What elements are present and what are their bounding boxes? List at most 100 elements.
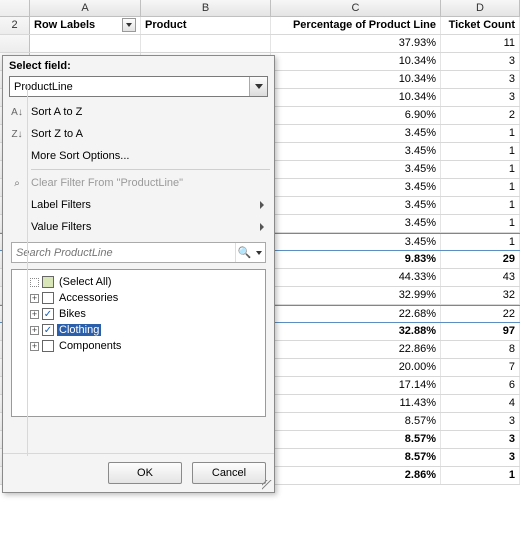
cell-b[interactable]: [141, 35, 271, 52]
more-sort-label: More Sort Options...: [31, 150, 129, 162]
cell-c[interactable]: 8.57%: [271, 413, 441, 430]
cell-c[interactable]: 10.34%: [271, 53, 441, 70]
row-labels-filter-button[interactable]: [122, 18, 136, 32]
cell-d[interactable]: 3: [441, 89, 520, 106]
checkbox[interactable]: [42, 276, 54, 288]
expand-icon[interactable]: [30, 278, 39, 287]
cell-c[interactable]: 3.45%: [271, 125, 441, 142]
cell-c[interactable]: 11.43%: [271, 395, 441, 412]
value-filters[interactable]: Value Filters: [3, 216, 274, 238]
cell-c[interactable]: 3.45%: [271, 197, 441, 214]
tree-item[interactable]: +Accessories: [16, 290, 261, 306]
sort-za-label: Sort Z to A: [31, 128, 83, 140]
row-head[interactable]: [0, 35, 30, 52]
col-head-c[interactable]: C: [271, 0, 441, 16]
field-select[interactable]: ProductLine: [9, 76, 268, 97]
checkbox[interactable]: ✓: [42, 308, 54, 320]
cancel-button[interactable]: Cancel: [192, 462, 266, 484]
search-options-dropdown[interactable]: [253, 243, 265, 262]
row-head[interactable]: 2: [0, 17, 30, 34]
cell-c[interactable]: 3.45%: [271, 179, 441, 196]
cell-d[interactable]: 3: [441, 431, 520, 448]
cell-d[interactable]: 11: [441, 35, 520, 52]
cell-d[interactable]: 1: [441, 215, 520, 232]
tree-item-label: Clothing: [57, 324, 101, 336]
cell-c[interactable]: 2.86%: [271, 467, 441, 484]
resize-grip-icon[interactable]: [262, 480, 272, 490]
cell-c[interactable]: 32.88%: [271, 323, 441, 340]
cell-d[interactable]: 1: [441, 197, 520, 214]
cell-d[interactable]: 22: [441, 306, 520, 322]
cell-d[interactable]: 29: [441, 251, 520, 268]
cell-c[interactable]: 3.45%: [271, 161, 441, 178]
expand-icon[interactable]: +: [30, 342, 39, 351]
cell-d[interactable]: 97: [441, 323, 520, 340]
cell-d[interactable]: 1: [441, 234, 520, 250]
clear-filter: ⌕ Clear Filter From "ProductLine": [3, 172, 274, 194]
select-all-corner[interactable]: [0, 0, 30, 16]
cell-c[interactable]: 6.90%: [271, 107, 441, 124]
cell-c[interactable]: 8.57%: [271, 449, 441, 466]
search-box[interactable]: 🔍: [11, 242, 266, 263]
tree-item[interactable]: +✓Clothing: [16, 322, 261, 338]
ok-button[interactable]: OK: [108, 462, 182, 484]
cell-c[interactable]: 32.99%: [271, 287, 441, 304]
cell-d[interactable]: 8: [441, 341, 520, 358]
cell-d[interactable]: 1: [441, 125, 520, 142]
checkbox[interactable]: [42, 340, 54, 352]
cell-d[interactable]: 3: [441, 53, 520, 70]
cell-a[interactable]: [30, 35, 141, 52]
more-sort-options[interactable]: More Sort Options...: [3, 145, 274, 167]
filter-tree[interactable]: (Select All)+Accessories+✓Bikes+✓Clothin…: [11, 269, 266, 417]
label-filters[interactable]: Label Filters: [3, 194, 274, 216]
cell-c[interactable]: 3.45%: [271, 143, 441, 160]
cell-d[interactable]: 2: [441, 107, 520, 124]
cell-c[interactable]: 10.34%: [271, 89, 441, 106]
cell-c[interactable]: 22.68%: [271, 306, 441, 322]
tree-item[interactable]: +✓Bikes: [16, 306, 261, 322]
cell-c[interactable]: 44.33%: [271, 269, 441, 286]
col-head-a[interactable]: A: [30, 0, 141, 16]
tree-item[interactable]: +Components: [16, 338, 261, 354]
cell-c[interactable]: 22.86%: [271, 341, 441, 358]
select-field-label: Select field:: [3, 56, 274, 74]
sort-z-to-a[interactable]: Z↓ Sort Z to A: [3, 123, 274, 145]
cell-d[interactable]: 3: [441, 71, 520, 88]
field-select-dropdown-button[interactable]: [249, 77, 267, 96]
cell-d[interactable]: 1: [441, 161, 520, 178]
cell-c[interactable]: 20.00%: [271, 359, 441, 376]
cell-d[interactable]: 7: [441, 359, 520, 376]
cell-c[interactable]: 17.14%: [271, 377, 441, 394]
submenu-arrow-icon: [260, 201, 264, 209]
cell-d[interactable]: 3: [441, 413, 520, 430]
cell-d[interactable]: 4: [441, 395, 520, 412]
cell-d[interactable]: 6: [441, 377, 520, 394]
cell-c[interactable]: 9.83%: [271, 251, 441, 268]
cell-d[interactable]: 32: [441, 287, 520, 304]
checkbox[interactable]: ✓: [42, 324, 54, 336]
expand-icon[interactable]: +: [30, 294, 39, 303]
product-header[interactable]: Product: [141, 17, 271, 34]
cell-c[interactable]: 37.93%: [271, 35, 441, 52]
cell-c[interactable]: 3.45%: [271, 215, 441, 232]
col-head-d[interactable]: D: [441, 0, 520, 16]
cell-d[interactable]: 1: [441, 143, 520, 160]
col-head-b[interactable]: B: [141, 0, 271, 16]
search-input[interactable]: [12, 243, 235, 262]
cell-c[interactable]: 8.57%: [271, 431, 441, 448]
checkbox[interactable]: [42, 292, 54, 304]
ticket-count-header[interactable]: Ticket Count: [441, 17, 520, 34]
search-icon[interactable]: 🔍: [235, 243, 253, 262]
cell-c[interactable]: 10.34%: [271, 71, 441, 88]
expand-icon[interactable]: +: [30, 326, 39, 335]
cell-d[interactable]: 1: [441, 179, 520, 196]
row-labels-header[interactable]: Row Labels: [30, 17, 141, 34]
tree-item[interactable]: (Select All): [16, 274, 261, 290]
cell-d[interactable]: 3: [441, 449, 520, 466]
percentage-header[interactable]: Percentage of Product Line: [271, 17, 441, 34]
cell-d[interactable]: 43: [441, 269, 520, 286]
cell-c[interactable]: 3.45%: [271, 234, 441, 250]
expand-icon[interactable]: +: [30, 310, 39, 319]
cell-d[interactable]: 1: [441, 467, 520, 484]
sort-a-to-z[interactable]: A↓ Sort A to Z: [3, 101, 274, 123]
